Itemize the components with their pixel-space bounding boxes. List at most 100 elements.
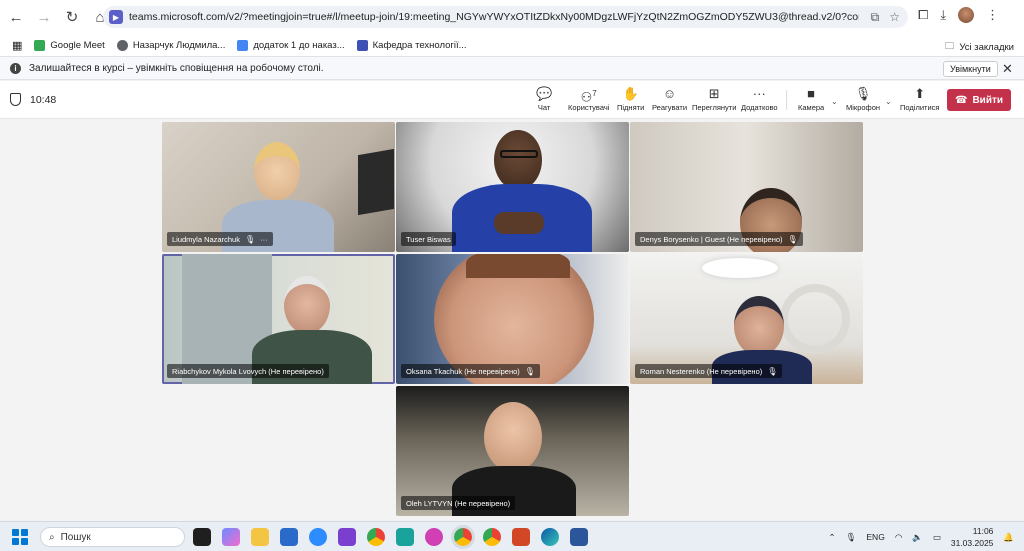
microphone-icon[interactable]: 🎙 — [846, 532, 857, 543]
mic-off-icon: 🎙 — [524, 366, 535, 376]
hair — [466, 254, 570, 278]
bookmark-star-icon[interactable]: ☆ — [889, 10, 900, 25]
meeting-timer: 10:48 — [30, 94, 57, 106]
video-tile[interactable]: Denys Borysenko | Guest (Не перевірено) … — [630, 122, 863, 252]
meeting-toolbar: 10:48 💬 Чат ⚇7 Користувачі ✋ Підняти ☺ Р… — [0, 81, 1024, 119]
react-icon: ☺ — [662, 86, 677, 101]
bookmark-dodatok[interactable]: додаток 1 до наказ... — [237, 39, 345, 51]
view-button[interactable]: ⊞ Переглянути — [692, 85, 736, 112]
microphone-button[interactable]: 🎙 Мікрофон — [846, 85, 880, 112]
download-icon[interactable]: ⤓ — [940, 7, 946, 23]
bookmark-nazarchuk[interactable]: Назарчук Людмила... — [116, 39, 225, 51]
viber-icon[interactable] — [338, 528, 356, 546]
app-icon[interactable] — [425, 528, 443, 546]
search-icon: ⌕ — [49, 531, 55, 543]
volume-icon[interactable]: 🔈 — [912, 532, 923, 543]
tv-screen — [358, 148, 394, 216]
app-icon[interactable] — [396, 528, 414, 546]
copilot-icon[interactable] — [222, 528, 240, 546]
forward-icon[interactable]: → — [32, 5, 56, 29]
raise-hand-button[interactable]: ✋ Підняти — [617, 85, 644, 112]
notification-bell-icon[interactable]: 🔔 — [1003, 532, 1014, 543]
chrome-active-icon[interactable] — [451, 525, 475, 549]
chat-button[interactable]: 💬 Чат — [536, 85, 552, 112]
more-icon: ··· — [752, 86, 766, 101]
participant-count: 7 — [592, 89, 597, 98]
edge-icon[interactable] — [541, 528, 559, 546]
bookmark-google-meet[interactable]: Google Meet — [34, 39, 105, 51]
close-icon[interactable]: ✕ — [1002, 61, 1013, 77]
video-grid: Liudmyla Nazarchuk 🎙 ··· Tuser Biswas De… — [0, 119, 1024, 521]
folder-icon: 🗀 — [944, 41, 955, 52]
camera-button[interactable]: ■ Камера — [798, 85, 824, 112]
people-icon: ⚇7 — [580, 89, 597, 105]
taskbar-search[interactable]: ⌕ Пошук — [40, 527, 185, 547]
more-button[interactable]: ··· Додатково — [741, 85, 778, 112]
google-meet-icon — [34, 39, 46, 51]
participant-nametag: Roman Nesterenko (Не перевірено) 🎙 — [635, 364, 783, 378]
participant-nametag: Tuser Biswas — [401, 232, 456, 246]
info-icon: i — [10, 62, 21, 74]
glasses — [500, 150, 538, 158]
menu-icon[interactable]: ⋮ — [986, 7, 999, 23]
video-tile[interactable]: Oleh LYTVYN (Не перевірено) — [396, 386, 629, 516]
participant-face — [734, 296, 784, 356]
extensions-icon[interactable]: ⧠ — [918, 7, 928, 23]
chrome-icon[interactable] — [483, 528, 501, 546]
cast-icon[interactable]: ⧉ — [871, 10, 880, 25]
globe-icon — [116, 39, 128, 51]
view-icon: ⊞ — [708, 86, 720, 101]
react-button[interactable]: ☺ Реагувати — [652, 85, 687, 112]
raise-hand-icon: ✋ — [622, 86, 639, 101]
clock[interactable]: 11:06 31.03.2025 — [951, 525, 994, 549]
chevron-up-icon[interactable]: ⌃ — [828, 532, 835, 543]
participant-face — [254, 142, 300, 200]
profile-avatar[interactable] — [958, 7, 975, 23]
participant-face — [494, 130, 542, 190]
video-tile[interactable]: Roman Nesterenko (Не перевірено) 🎙 — [630, 254, 863, 384]
system-tray: ⌃ 🎙 ENG ◠ 🔈 ▭ 11:06 31.03.2025 🔔 — [828, 525, 1014, 549]
language-indicator[interactable]: ENG — [866, 532, 884, 542]
participant-nametag: Denys Borysenko | Guest (Не перевірено) … — [635, 232, 803, 246]
video-tile[interactable]: Tuser Biswas — [396, 122, 629, 252]
share-button[interactable]: ⬆ Поділитися — [900, 85, 939, 112]
infobar-text: Залишайтеся в курсі – увімкніть сповіщен… — [29, 62, 324, 74]
mic-off-icon: 🎙 — [767, 366, 778, 376]
reload-icon[interactable]: ↻ — [60, 5, 84, 29]
all-bookmarks[interactable]: 🗀 Усі закладки — [945, 39, 1014, 55]
hands — [494, 212, 544, 234]
video-tile[interactable]: Oksana Tkachuk (Не перевірено) 🎙 — [396, 254, 629, 384]
powerpoint-icon[interactable] — [512, 528, 530, 546]
mic-options-chevron-down-icon[interactable]: ⌄ — [885, 97, 892, 106]
chrome-icon[interactable] — [367, 528, 385, 546]
taskbar: ⌕ Пошук ⌃ 🎙 ENG ◠ 🔈 ▭ 11:06 31.03.2025 🔔 — [0, 521, 1024, 551]
word-icon[interactable] — [570, 528, 588, 546]
kafedra-icon — [356, 39, 368, 51]
ceiling-light — [702, 258, 778, 278]
windows-start-icon[interactable] — [12, 529, 28, 545]
leave-button[interactable]: ☎ Вийти — [947, 89, 1011, 111]
apps-grid-icon[interactable]: ▦ — [12, 39, 22, 52]
video-tile[interactable]: Liudmyla Nazarchuk 🎙 ··· — [162, 122, 395, 252]
battery-icon[interactable]: ▭ — [933, 532, 941, 543]
toolbar-divider — [786, 90, 787, 110]
back-icon[interactable]: ← — [4, 5, 28, 29]
people-button[interactable]: ⚇7 Користувачі — [568, 85, 609, 112]
task-view-icon[interactable] — [193, 528, 211, 546]
enable-notifications-button[interactable]: Увімкнути — [943, 61, 998, 77]
arch-decor — [780, 284, 850, 354]
address-bar[interactable]: ▶ teams.microsoft.com/v2/?meetingjoin=tr… — [103, 6, 908, 28]
store-icon[interactable] — [280, 528, 298, 546]
more-icon[interactable]: ··· — [260, 235, 268, 244]
bookmark-kafedra[interactable]: Кафедра технології... — [356, 39, 467, 51]
zoom-icon[interactable] — [309, 528, 327, 546]
file-explorer-icon[interactable] — [251, 528, 269, 546]
bookmarks-bar: ▦ Google Meet Назарчук Людмила... додато… — [0, 34, 1024, 56]
docs-icon — [237, 39, 249, 51]
camera-options-chevron-down-icon[interactable]: ⌄ — [831, 97, 838, 106]
chat-icon: 💬 — [536, 86, 553, 101]
wifi-icon[interactable]: ◠ — [895, 532, 902, 543]
video-tile[interactable]: Riabchykov Mykola Lvovych (Не перевірено… — [162, 254, 395, 384]
notification-infobar: i Залишайтеся в курсі – увімкніть сповіщ… — [0, 56, 1024, 80]
participant-nametag: Riabchykov Mykola Lvovych (Не перевірено… — [167, 364, 329, 378]
